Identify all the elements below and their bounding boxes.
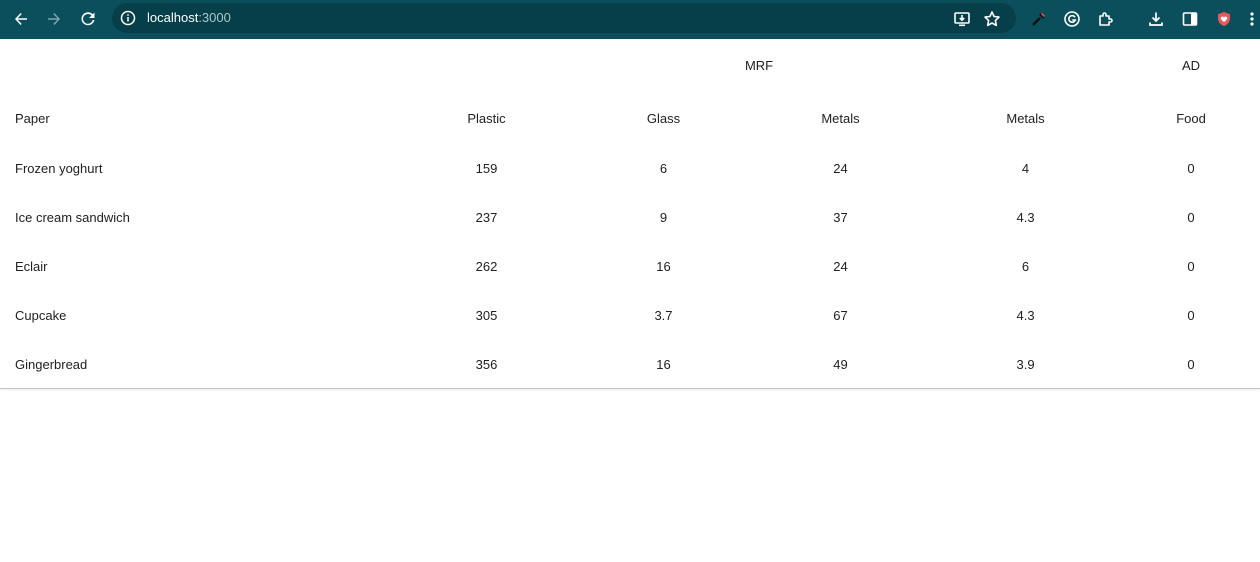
table-cell: 159 (475, 161, 498, 176)
column-header-plastic: Plastic (467, 110, 506, 126)
column-header-paper: Paper (15, 110, 50, 126)
table-cell: 24 (833, 161, 848, 176)
table-row: Gingerbread 356 16 49 3.9 0 (0, 340, 1260, 389)
table-cell: Frozen yoghurt (15, 161, 103, 176)
table-cell: Cupcake (15, 308, 67, 323)
url-host: localhost (147, 10, 199, 25)
download-icon[interactable] (1142, 5, 1170, 33)
column-header-metals-2: Metals (1006, 110, 1045, 126)
table-cell: 4.3 (1016, 210, 1035, 225)
table-cell: 262 (475, 259, 498, 274)
table-cell: 49 (833, 357, 848, 372)
table-cell: 237 (475, 210, 498, 225)
install-app-icon[interactable] (948, 5, 976, 33)
column-header-metals: Metals (821, 110, 860, 126)
table-cell: Ice cream sandwich (15, 210, 130, 225)
table-cell: 3.9 (1016, 357, 1035, 372)
group-header-ad: AD (1182, 58, 1201, 73)
table-cell: 0 (1187, 259, 1195, 274)
table-cell: 0 (1187, 210, 1195, 225)
forward-arrow-icon[interactable] (40, 5, 68, 33)
table-cell: 305 (475, 308, 498, 323)
grammarly-icon[interactable] (1058, 5, 1086, 33)
shield-heart-icon[interactable] (1210, 5, 1238, 33)
table-cell: 6 (659, 161, 668, 176)
table-cell: 4 (1021, 161, 1030, 176)
table-cell: 9 (659, 210, 668, 225)
column-header-glass: Glass (646, 110, 681, 126)
more-menu-icon[interactable] (1244, 5, 1260, 33)
table-row: Frozen yoghurt 159 6 24 4 0 (0, 144, 1260, 193)
table-cell: 37 (833, 210, 848, 225)
data-table-container: MRF AD Paper Plastic Glass Metals Metals… (0, 39, 1260, 389)
table-cell: 356 (475, 357, 498, 372)
table-cell: 6 (1021, 259, 1030, 274)
eyedropper-icon[interactable] (1025, 5, 1053, 33)
reload-icon[interactable] (74, 5, 102, 33)
table-cell: 16 (656, 357, 671, 372)
group-header-row: MRF AD (0, 39, 1260, 92)
table-row: Cupcake 305 3.7 67 4.3 0 (0, 291, 1260, 340)
table-cell: 0 (1187, 357, 1195, 372)
table-row: Ice cream sandwich 237 9 37 4.3 0 (0, 193, 1260, 242)
browser-toolbar: localhost:3000 (0, 0, 1260, 39)
table-cell: 24 (833, 259, 848, 274)
table-cell: 0 (1187, 308, 1195, 323)
back-arrow-icon[interactable] (7, 5, 35, 33)
table-cell: 0 (1187, 161, 1195, 176)
url-port: :3000 (198, 10, 231, 25)
data-table: MRF AD Paper Plastic Glass Metals Metals… (0, 39, 1260, 389)
bookmark-star-icon[interactable] (978, 5, 1006, 33)
side-panel-icon[interactable] (1176, 5, 1204, 33)
table-cell: Gingerbread (15, 357, 88, 372)
table-cell: 4.3 (1016, 308, 1035, 323)
table-cell: Eclair (15, 259, 48, 274)
column-header-food: Food (1176, 110, 1206, 126)
group-header-mrf: MRF (744, 58, 774, 73)
table-row: Eclair 262 16 24 6 0 (0, 242, 1260, 291)
table-cell: 67 (833, 308, 848, 323)
column-header-row: Paper Plastic Glass Metals Metals Food (0, 92, 1260, 144)
group-header-spacer (0, 39, 398, 92)
table-cell: 16 (656, 259, 671, 274)
url-text: localhost:3000 (147, 10, 231, 26)
address-bar[interactable]: localhost:3000 (112, 3, 1016, 33)
extensions-puzzle-icon[interactable] (1092, 5, 1120, 33)
site-info-icon[interactable] (120, 10, 136, 31)
table-cell: 3.7 (654, 308, 673, 323)
